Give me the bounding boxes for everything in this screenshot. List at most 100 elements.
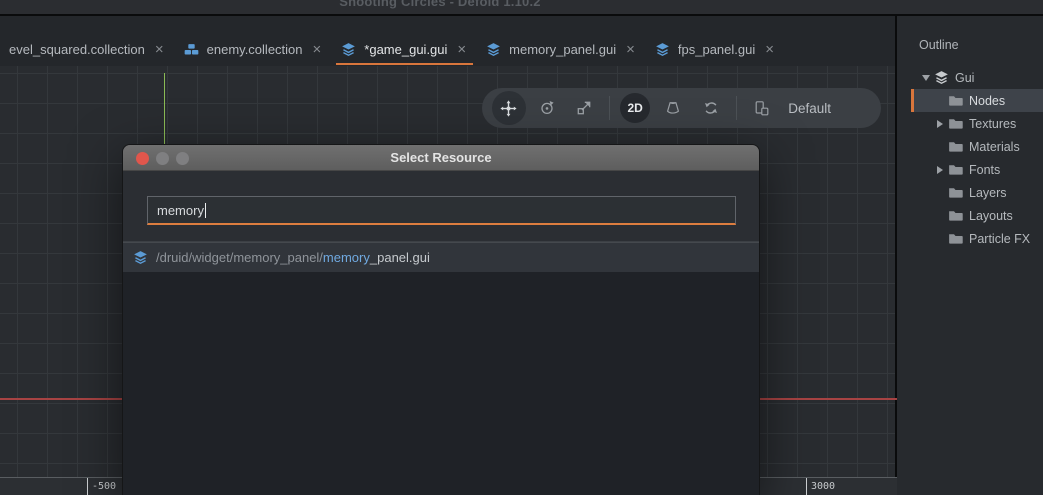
window-title: Shooting Circles - Defold 1.10.2 xyxy=(0,0,880,9)
outline-item-layers[interactable]: Layers xyxy=(911,181,1043,204)
gui-icon xyxy=(486,42,501,57)
2d-badge-tool-button[interactable]: 2D xyxy=(616,88,654,128)
window-controls xyxy=(136,145,189,171)
resource-path: /druid/widget/memory_panel/memory_panel.… xyxy=(156,250,430,265)
gui-icon xyxy=(934,70,949,85)
tab-strip: evel_squared.collection×enemy.collection… xyxy=(0,16,897,66)
2d-mode-button[interactable]: 2D xyxy=(620,93,650,123)
outline-item-label: Textures xyxy=(969,117,1016,131)
search-results-list: /druid/widget/memory_panel/memory_panel.… xyxy=(123,241,759,495)
tab--game-gui-gui[interactable]: *game_gui.gui × xyxy=(332,16,477,66)
defold-editor-window: Shooting Circles - Defold 1.10.2 evel_sq… xyxy=(0,0,1043,495)
tab-label: *game_gui.gui xyxy=(364,42,447,57)
folder-icon xyxy=(948,162,963,177)
outline-item-nodes[interactable]: Nodes xyxy=(911,89,1043,112)
tree-indent xyxy=(911,192,933,193)
folder-icon xyxy=(948,231,963,246)
folder-icon xyxy=(948,208,963,223)
dialog-title: Select Resource xyxy=(390,150,491,165)
outline-tree: Gui Nodes Textures Materials Fonts Layers Layo… xyxy=(897,66,1043,250)
expander-icon[interactable] xyxy=(933,112,947,135)
tab-label: memory_panel.gui xyxy=(509,42,616,57)
device-tool-button[interactable] xyxy=(742,88,780,128)
expander-icon[interactable] xyxy=(919,66,933,89)
folder-icon xyxy=(948,139,963,154)
ruler-tick xyxy=(87,478,88,495)
scale-icon xyxy=(576,100,592,116)
scale-tool-button[interactable] xyxy=(566,88,604,128)
dialog-titlebar[interactable]: Select Resource xyxy=(123,145,759,171)
resource-result-row[interactable]: /druid/widget/memory_panel/memory_panel.… xyxy=(123,242,759,272)
expander-icon[interactable] xyxy=(933,158,947,181)
tree-indent xyxy=(911,77,919,78)
close-tab-icon[interactable]: × xyxy=(763,42,776,57)
close-tab-icon[interactable]: × xyxy=(455,42,468,57)
search-input-value: memory xyxy=(157,203,204,218)
outline-item-label: Layouts xyxy=(969,209,1013,223)
tab-fps-panel-gui[interactable]: fps_panel.gui × xyxy=(646,16,785,66)
expander-placeholder xyxy=(933,135,947,158)
minimize-window-button[interactable] xyxy=(156,152,169,165)
outline-item-textures[interactable]: Textures xyxy=(911,112,1043,135)
reload-icon xyxy=(703,100,719,116)
zoom-window-button[interactable] xyxy=(176,152,189,165)
ruler-label: -500 xyxy=(92,481,116,492)
close-tab-icon[interactable]: × xyxy=(311,42,324,57)
tab-label: evel_squared.collection xyxy=(9,42,145,57)
select-resource-dialog: Select Resource memory /druid/widget/mem… xyxy=(122,144,760,495)
gui-icon xyxy=(133,250,148,265)
rotate-tool-button[interactable] xyxy=(528,88,566,128)
close-tab-icon[interactable]: × xyxy=(153,42,166,57)
reload-tool-button[interactable] xyxy=(692,88,730,128)
tab-label: enemy.collection xyxy=(207,42,303,57)
outline-panel: Outline Gui Nodes Textures Materials Fonts La… xyxy=(895,16,1043,495)
expander-placeholder xyxy=(933,89,947,112)
tab-evel-squared-collection[interactable]: evel_squared.collection × xyxy=(0,16,175,66)
outline-panel-title: Outline xyxy=(897,16,1043,52)
move-icon xyxy=(500,100,517,117)
folder-icon xyxy=(948,185,963,200)
layout-dropdown[interactable]: Default xyxy=(788,101,871,116)
expander-placeholder xyxy=(933,227,947,250)
outline-item-fonts[interactable]: Fonts xyxy=(911,158,1043,181)
close-tab-icon[interactable]: × xyxy=(624,42,637,57)
outline-item-gui[interactable]: Gui xyxy=(911,66,1043,89)
outline-item-label: Gui xyxy=(955,71,974,85)
layout-dropdown-value: Default xyxy=(788,101,831,116)
outline-item-label: Particle FX xyxy=(969,232,1030,246)
collection-icon xyxy=(184,42,199,57)
ruler-tick xyxy=(806,478,807,495)
gui-icon xyxy=(655,42,670,57)
expander-placeholder xyxy=(933,204,947,227)
outline-item-materials[interactable]: Materials xyxy=(911,135,1043,158)
move-tool-button[interactable] xyxy=(490,88,528,128)
folder-icon xyxy=(948,93,963,108)
scene-toolbar: 2D Default xyxy=(482,88,881,128)
folder-icon xyxy=(948,116,963,131)
frustum-tool-button[interactable] xyxy=(654,88,692,128)
window-titlebar: Shooting Circles - Defold 1.10.2 xyxy=(0,0,1043,14)
tab-memory-panel-gui[interactable]: memory_panel.gui × xyxy=(477,16,646,66)
tree-indent xyxy=(911,169,933,170)
rotate-icon xyxy=(539,100,555,116)
tree-indent xyxy=(911,146,933,147)
tree-indent xyxy=(911,215,933,216)
outline-item-particle-fx[interactable]: Particle FX xyxy=(911,227,1043,250)
frustum-icon xyxy=(665,100,681,116)
tab-label: fps_panel.gui xyxy=(678,42,755,57)
outline-item-layouts[interactable]: Layouts xyxy=(911,204,1043,227)
ruler-label: 3000 xyxy=(811,481,835,492)
close-window-button[interactable] xyxy=(136,152,149,165)
search-area: memory xyxy=(123,171,759,241)
device-icon xyxy=(753,100,770,116)
toolbar-separator xyxy=(609,96,610,120)
outline-item-label: Fonts xyxy=(969,163,1000,177)
text-caret xyxy=(205,203,206,218)
gui-icon xyxy=(341,42,356,57)
outline-item-label: Layers xyxy=(969,186,1007,200)
expander-placeholder xyxy=(933,181,947,204)
tree-indent xyxy=(911,238,933,239)
tab-enemy-collection[interactable]: enemy.collection × xyxy=(175,16,333,66)
toolbar-separator xyxy=(736,96,737,120)
resource-search-input[interactable]: memory xyxy=(147,196,736,225)
